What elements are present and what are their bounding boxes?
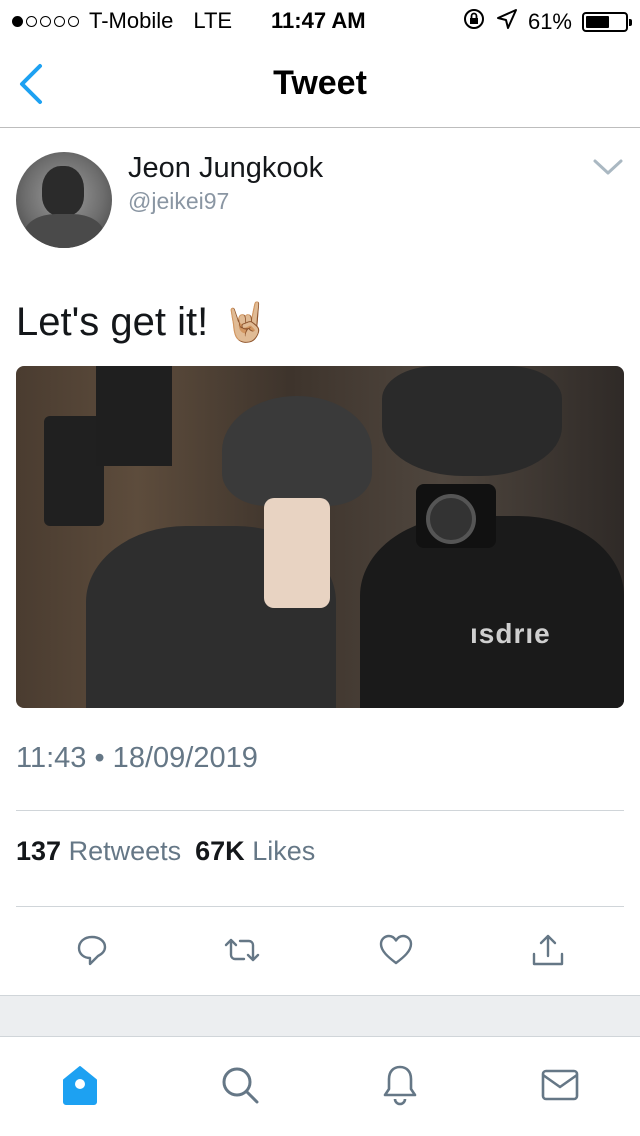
share-button[interactable] bbox=[528, 930, 568, 970]
tab-messages[interactable] bbox=[536, 1061, 584, 1109]
section-gap bbox=[0, 995, 640, 1037]
photo-shirt-text: ısdrıe bbox=[470, 618, 551, 649]
status-time: 11:47 AM bbox=[271, 8, 366, 33]
heart-icon bbox=[379, 934, 413, 965]
carrier-label: T-Mobile bbox=[89, 8, 174, 33]
tweet-stats: 137 Retweets 67K Likes bbox=[16, 836, 315, 867]
tweet-body: Let's get it! bbox=[16, 300, 209, 344]
divider bbox=[16, 810, 624, 811]
likes-label: Likes bbox=[252, 836, 316, 866]
bell-icon bbox=[383, 1065, 417, 1106]
status-left: T-Mobile LTE bbox=[12, 8, 232, 34]
author-name[interactable]: Jeon Jungkook bbox=[128, 152, 323, 185]
likes-stat[interactable]: 67K Likes bbox=[195, 836, 315, 867]
likes-count: 67K bbox=[195, 836, 245, 866]
author-handle[interactable]: @jeikei97 bbox=[128, 188, 229, 215]
tab-notifications[interactable] bbox=[376, 1061, 424, 1109]
nav-header: Tweet bbox=[0, 40, 640, 128]
tweet-timestamp: 11:43 • 18/09/2019 bbox=[16, 742, 258, 774]
battery-icon bbox=[582, 12, 632, 32]
retweets-label: Retweets bbox=[68, 836, 182, 866]
page-title: Tweet bbox=[273, 64, 367, 102]
battery-percent: 61% bbox=[527, 9, 572, 34]
signal-strength-icon bbox=[12, 15, 79, 27]
retweets-count: 137 bbox=[16, 836, 62, 866]
home-icon bbox=[63, 1066, 97, 1105]
rotation-lock-icon bbox=[462, 7, 486, 37]
avatar[interactable] bbox=[16, 152, 112, 248]
location-arrow-icon bbox=[496, 8, 518, 36]
tab-search[interactable] bbox=[216, 1061, 264, 1109]
tweet-photo[interactable]: ısdrıe bbox=[16, 366, 624, 708]
tab-home[interactable] bbox=[56, 1061, 104, 1109]
status-right: 61% bbox=[462, 7, 632, 37]
retweet-button[interactable] bbox=[222, 930, 262, 970]
search-icon bbox=[222, 1067, 259, 1104]
chevron-down-icon bbox=[593, 159, 623, 175]
tab-bar bbox=[0, 1037, 640, 1136]
status-bar: T-Mobile LTE 11:47 AM 61% bbox=[0, 0, 640, 40]
tweet-options-button[interactable] bbox=[592, 156, 624, 178]
mail-icon bbox=[541, 1069, 579, 1101]
retweets-stat[interactable]: 137 Retweets bbox=[16, 836, 181, 867]
reply-icon bbox=[77, 935, 107, 966]
retweet-icon bbox=[224, 938, 260, 962]
like-button[interactable] bbox=[376, 930, 416, 970]
network-type-label: LTE bbox=[193, 8, 233, 33]
divider bbox=[16, 906, 624, 907]
reply-button[interactable] bbox=[72, 930, 112, 970]
rock-hand-emoji: 🤘🏼 bbox=[222, 301, 270, 344]
tweet-actions bbox=[0, 922, 640, 978]
tweet-text: Let's get it! 🤘🏼 bbox=[16, 300, 270, 345]
tweet-author: Jeon Jungkook @jeikei97 bbox=[16, 150, 624, 250]
share-icon bbox=[532, 934, 564, 966]
